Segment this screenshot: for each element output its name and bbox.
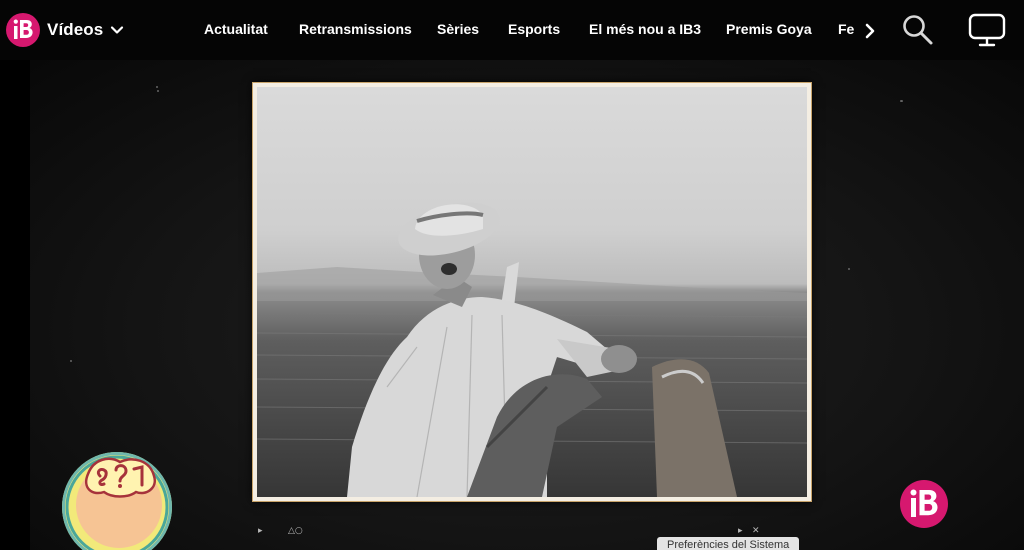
- film-leader-mark: △○: [288, 526, 303, 536]
- chevron-right-icon[interactable]: [860, 21, 880, 41]
- film-dust: [157, 90, 159, 92]
- nav-item-retransmissions[interactable]: Retransmissions: [299, 21, 412, 37]
- chevron-down-icon[interactable]: [109, 22, 125, 38]
- nav-item-truncated[interactable]: Fe: [838, 21, 854, 37]
- system-preferences-tooltip: Preferències del Sistema: [657, 537, 800, 550]
- search-icon[interactable]: [900, 12, 936, 48]
- nav-item-series[interactable]: Sèries: [437, 21, 479, 37]
- nav-item-esports[interactable]: Esports: [508, 21, 560, 37]
- still-photo: [257, 87, 807, 497]
- fisherman-photo: [257, 202, 807, 497]
- nav-item-actualitat[interactable]: Actualitat: [204, 21, 268, 37]
- top-navigation-bar: Vídeos Actualitat Retransmissions Sèries…: [0, 0, 1024, 60]
- nav-item-premis-goya[interactable]: Premis Goya: [726, 21, 812, 37]
- video-player[interactable]: ▸ △○ ▸ ✕: [30, 60, 1024, 550]
- still-photo-frame: [253, 83, 811, 501]
- film-dust: [70, 360, 72, 362]
- film-dust: [900, 100, 903, 102]
- film-leader-mark: ▸: [258, 526, 263, 536]
- film-leader-mark: ✕: [752, 526, 760, 536]
- main-navigation: Actualitat Retransmissions Sèries Esport…: [188, 0, 858, 60]
- film-leader-mark: ▸: [738, 526, 743, 536]
- program-badge-icon: [62, 452, 172, 550]
- tv-cast-icon[interactable]: [966, 11, 1008, 49]
- film-dust: [848, 268, 850, 270]
- nav-item-el-mes-nou[interactable]: El més nou a IB3: [589, 21, 701, 37]
- ib3-logo-icon[interactable]: [6, 13, 40, 47]
- film-dust: [156, 86, 158, 88]
- ib3-watermark-icon: [900, 480, 948, 528]
- section-menu-toggle[interactable]: Vídeos: [6, 13, 125, 47]
- section-title[interactable]: Vídeos: [47, 20, 103, 40]
